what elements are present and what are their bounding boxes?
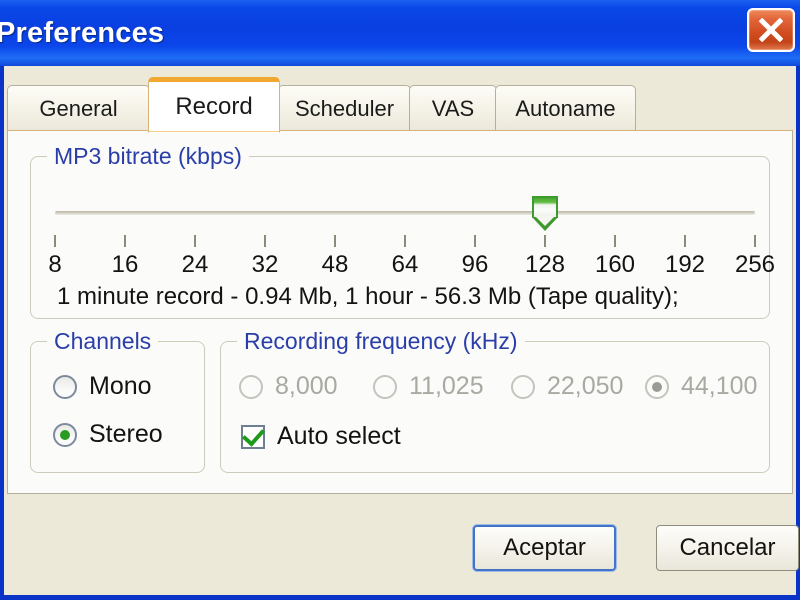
preferences-dialog: Preferences GeneralRecordSchedulerVASAut…: [0, 0, 800, 600]
bitrate-tick-label: 96: [462, 251, 489, 279]
radio-freq-44100-label: 44,100: [681, 372, 757, 401]
window-title: Preferences: [0, 17, 164, 50]
slider-thumb-tip-inner: [535, 216, 555, 226]
bitrate-tick: [544, 235, 546, 247]
radio-mono-indicator[interactable]: [53, 375, 77, 399]
bitrate-tick-label: 256: [735, 251, 775, 279]
mp3-bitrate-legend: MP3 bitrate (kbps): [47, 143, 249, 170]
bitrate-tick: [614, 235, 616, 247]
tab-autoname[interactable]: Autoname: [495, 85, 636, 133]
bitrate-slider-track[interactable]: [55, 211, 755, 215]
bitrate-tick-label: 16: [112, 251, 139, 279]
radio-freq-11025-label: 11,025: [409, 372, 484, 401]
bitrate-tick-label: 8: [48, 251, 61, 279]
checkbox-auto-select[interactable]: Auto select: [241, 422, 401, 451]
bitrate-tick-label: 192: [665, 251, 705, 279]
bitrate-info-text: 1 minute record - 0.94 Mb, 1 hour - 56.3…: [57, 283, 679, 311]
slider-thumb-body: [532, 196, 558, 218]
radio-freq-8000[interactable]: 8,000: [239, 372, 338, 401]
recording-frequency-group: Recording frequency (kHz) 8,000 11,025 2…: [220, 341, 770, 473]
radio-freq-44100[interactable]: 44,100: [645, 372, 757, 401]
bitrate-tick: [334, 235, 336, 247]
tab-general[interactable]: General: [7, 85, 150, 133]
bitrate-tick: [404, 235, 406, 247]
radio-freq-8000-label: 8,000: [275, 372, 338, 401]
checkbox-auto-select-indicator[interactable]: [241, 425, 265, 449]
bitrate-tick-label: 160: [595, 251, 635, 279]
radio-mono-label: Mono: [89, 372, 152, 401]
tab-vas[interactable]: VAS: [409, 85, 497, 133]
bitrate-tick: [194, 235, 196, 247]
tab-record[interactable]: Record: [148, 77, 280, 133]
close-icon[interactable]: [747, 8, 795, 52]
radio-stereo[interactable]: Stereo: [53, 420, 163, 449]
bitrate-tick-label: 64: [392, 251, 419, 279]
accept-button[interactable]: Aceptar: [473, 525, 616, 571]
radio-freq-11025[interactable]: 11,025: [373, 372, 484, 401]
radio-stereo-indicator[interactable]: [53, 423, 77, 447]
radio-freq-22050-indicator[interactable]: [511, 375, 535, 399]
cancel-button[interactable]: Cancelar: [656, 525, 799, 571]
bitrate-tick: [54, 235, 56, 247]
radio-freq-8000-indicator[interactable]: [239, 375, 263, 399]
bitrate-tick-marks: [55, 235, 755, 249]
channels-legend: Channels: [47, 328, 158, 355]
tab-panel-record: MP3 bitrate (kbps) 8 16 24 32 48 64 96 128 160 19…: [7, 130, 793, 494]
bitrate-tick: [474, 235, 476, 247]
channels-group: Channels Mono Stereo: [30, 341, 205, 473]
recording-frequency-legend: Recording frequency (kHz): [237, 328, 525, 355]
checkbox-auto-select-label: Auto select: [277, 422, 401, 451]
bitrate-tick: [754, 235, 756, 247]
bitrate-tick-label: 128: [525, 251, 565, 279]
bitrate-tick-labels: 8162432486496128160192256: [55, 251, 755, 281]
bitrate-tick-label: 24: [182, 251, 209, 279]
radio-mono[interactable]: Mono: [53, 372, 152, 401]
radio-freq-11025-indicator[interactable]: [373, 375, 397, 399]
bitrate-slider[interactable]: [55, 195, 755, 231]
bitrate-tick-label: 32: [252, 251, 279, 279]
bitrate-tick-label: 48: [322, 251, 349, 279]
radio-freq-22050[interactable]: 22,050: [511, 372, 623, 401]
mp3-bitrate-group: MP3 bitrate (kbps) 816243248649612816019…: [30, 156, 770, 319]
tab-scheduler[interactable]: Scheduler: [278, 85, 411, 133]
checkmark-icon: [242, 423, 265, 447]
radio-stereo-label: Stereo: [89, 420, 163, 449]
title-bar: Preferences: [0, 0, 800, 66]
bitrate-tick: [124, 235, 126, 247]
bitrate-tick: [264, 235, 266, 247]
bitrate-tick: [684, 235, 686, 247]
bitrate-slider-thumb[interactable]: [532, 196, 558, 230]
tab-strip: GeneralRecordSchedulerVASAutoname: [4, 66, 796, 133]
radio-freq-44100-indicator[interactable]: [645, 375, 669, 399]
radio-freq-22050-label: 22,050: [547, 372, 623, 401]
